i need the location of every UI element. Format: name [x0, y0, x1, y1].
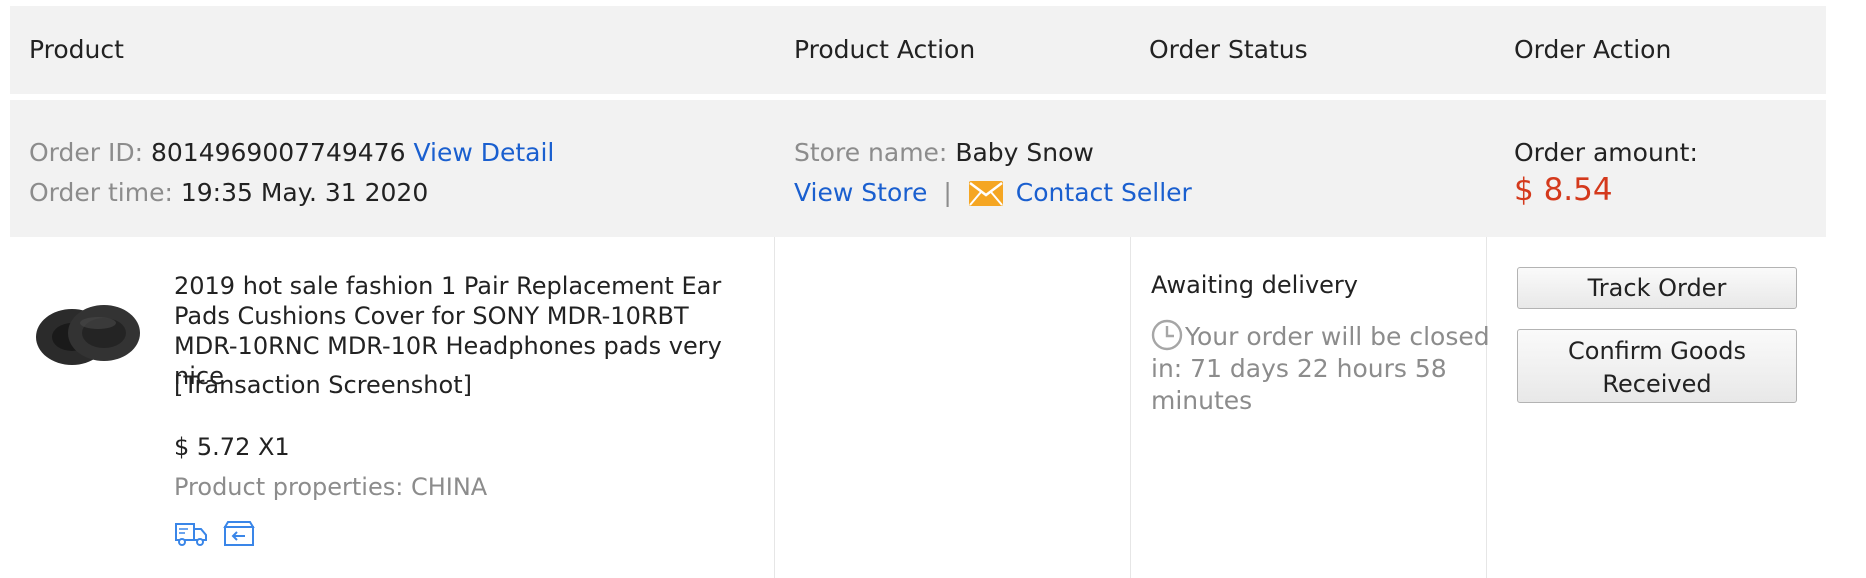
order-table: Product Product Action Order Status Orde…: [10, 6, 1826, 578]
column-divider: [774, 237, 775, 578]
store-name-value: Baby Snow: [955, 138, 1094, 167]
view-detail-link[interactable]: View Detail: [413, 138, 554, 167]
order-status-title: Awaiting delivery: [1151, 271, 1358, 299]
order-close-countdown: Your order will be closed in: 71 days 22…: [1151, 319, 1496, 417]
order-time-line: Order time: 19:35 May. 31 2020: [29, 178, 428, 207]
order-id-label: Order ID:: [29, 138, 144, 167]
order-id-line: Order ID: 8014969007749476 View Detail: [29, 138, 554, 167]
transaction-screenshot-link[interactable]: [Transaction Screenshot]: [174, 371, 472, 399]
header-order-action: Order Action: [1514, 35, 1672, 64]
order-amount-value: $ 8.54: [1514, 172, 1613, 208]
link-separator: |: [943, 178, 952, 207]
order-time-label: Order time:: [29, 178, 173, 207]
product-thumbnail[interactable]: [34, 299, 144, 369]
product-price-quantity: $ 5.72 X1: [174, 433, 290, 461]
clock-icon: [1151, 319, 1183, 351]
order-id-value: 8014969007749476: [151, 138, 406, 167]
store-name-label: Store name:: [794, 138, 948, 167]
store-links: View Store | Contact Seller: [794, 178, 1192, 207]
contact-seller-link[interactable]: Contact Seller: [1016, 178, 1192, 207]
order-info-band: Order ID: 8014969007749476 View Detail O…: [10, 100, 1826, 237]
order-close-countdown-text: Your order will be closed in: 71 days 22…: [1151, 322, 1490, 415]
table-header: Product Product Action Order Status Orde…: [10, 6, 1826, 94]
view-store-link[interactable]: View Store: [794, 178, 927, 207]
column-divider: [1130, 237, 1131, 578]
header-order-status: Order Status: [1149, 35, 1308, 64]
track-order-button[interactable]: Track Order: [1517, 267, 1797, 309]
order-item-row: 2019 hot sale fashion 1 Pair Replacement…: [10, 237, 1826, 578]
order-time-value: 19:35 May. 31 2020: [180, 178, 429, 207]
store-name-line: Store name: Baby Snow: [794, 138, 1094, 167]
confirm-goods-received-button[interactable]: Confirm Goods Received: [1517, 329, 1797, 403]
delivery-truck-icon[interactable]: [174, 519, 208, 547]
return-box-icon[interactable]: [222, 519, 256, 547]
order-amount-label: Order amount:: [1514, 138, 1698, 167]
service-icons: [174, 519, 256, 547]
header-product: Product: [29, 35, 124, 64]
envelope-icon[interactable]: [968, 180, 1004, 207]
header-product-action: Product Action: [794, 35, 976, 64]
product-properties: Product properties: CHINA: [174, 473, 488, 501]
